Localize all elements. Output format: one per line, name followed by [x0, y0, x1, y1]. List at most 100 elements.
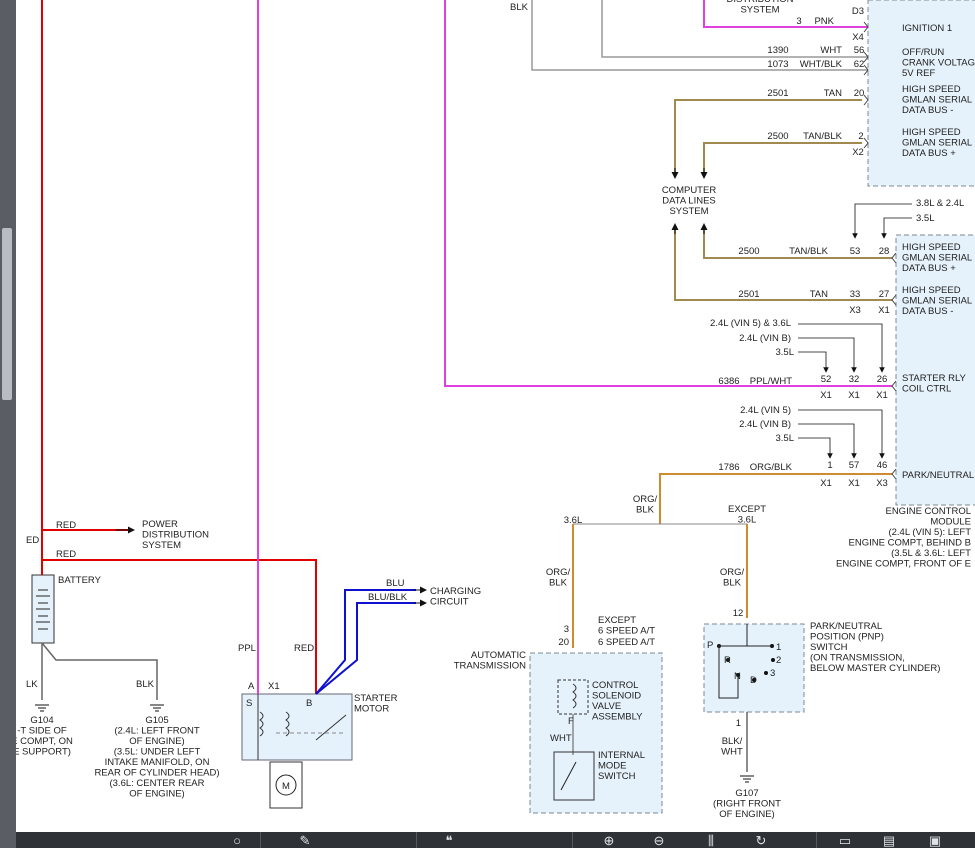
label-x1-e: X1: [820, 478, 832, 489]
quote-icon[interactable]: ❝: [442, 834, 456, 848]
ground-g105-symbol: [150, 704, 164, 712]
label-c1073: 1073: [767, 59, 788, 70]
zoom-out-icon[interactable]: ⊖: [652, 834, 666, 848]
print-icon[interactable]: ▤: [882, 834, 896, 848]
label-g107: G107 (RIGHT FRONT OF ENGINE): [713, 788, 781, 820]
label-opt-24vinb-b: 2.4L (VIN B): [739, 419, 791, 430]
label-tan-b: TAN: [810, 289, 828, 300]
label-p2: 2: [858, 131, 863, 142]
label-b: B: [306, 698, 312, 709]
opt-line-1: [798, 437, 833, 459]
label-red-b: RED: [56, 549, 76, 560]
label-x1-f: X1: [848, 478, 860, 489]
label-p27: 27: [879, 289, 890, 300]
label-x3-b: X3: [876, 478, 888, 489]
zoom-in-icon[interactable]: ⊕: [602, 834, 616, 848]
label-sw-p: P: [707, 640, 713, 651]
label-p28: 28: [879, 246, 890, 257]
scrollbar-thumb[interactable]: [2, 228, 12, 400]
label-g104: G104 -T SIDE OF E COMPT, ON E SUPPORT): [16, 715, 73, 758]
label-starter-motor: STARTER MOTOR: [354, 693, 398, 715]
label-sw-d: D: [750, 675, 757, 686]
label-pnk-circuit: 3: [796, 16, 801, 27]
save-icon[interactable]: ▣: [928, 834, 942, 848]
rotate-icon[interactable]: ↻: [754, 834, 768, 848]
toolbar-separator: [572, 832, 573, 848]
label-p20b: 20: [558, 637, 569, 648]
opt-line-52: [798, 351, 829, 373]
label-wht: WHT: [820, 45, 842, 56]
label-p62: 62: [854, 59, 865, 70]
wire-blu-blk: [315, 602, 416, 695]
label-tan-a: TAN: [824, 88, 842, 99]
label-blu-blk: BLU/BLK: [368, 592, 408, 603]
label-x1-d: X1: [876, 390, 888, 401]
label-c1786: 1786: [718, 462, 739, 473]
label-opt-35-c: 3.5L: [776, 433, 795, 444]
label-sw-1: 1: [776, 642, 781, 653]
label-x2: X2: [852, 147, 864, 158]
label-blk-a: LK: [26, 679, 38, 690]
ground-g104-symbol: [35, 704, 49, 712]
label-x1-b: X1: [820, 390, 832, 401]
pen-icon[interactable]: ✎: [298, 834, 312, 848]
label-org-blk-b: ORG/BLK: [633, 494, 658, 516]
zoom-icon[interactable]: ○: [230, 834, 244, 848]
toolbar-separator: [416, 832, 417, 848]
opt-line-53: [852, 203, 912, 239]
label-distribution-system: DISTRIBUTIONSYSTEM: [726, 0, 793, 16]
label-c1390: 1390: [767, 45, 788, 56]
wire-tan-2500a: [703, 142, 862, 175]
label-p1b: 1: [736, 718, 741, 729]
ecm-lower-box: [895, 234, 975, 506]
label-pnp: PARK/NEUTRAL POSITION (PNP) SWITCH (ON TRAN…: [810, 621, 940, 674]
wire-ground-g105: [41, 642, 158, 700]
label-p52: 52: [821, 374, 832, 385]
label-sw-3: 3: [770, 668, 775, 679]
label-ctrl-sol: CONTROL SOLENOID VALVE ASSEMBLY: [592, 680, 643, 723]
label-opt-24vin5-b: 2.4L (VIN 5): [740, 405, 791, 416]
label-c2501a: 2501: [767, 88, 788, 99]
label-blk-b: BLK: [136, 679, 155, 690]
label-opt-24vinb-a: 2.4L (VIN B): [739, 333, 791, 344]
grid-icon[interactable]: ⫼: [704, 834, 718, 848]
label-blu: BLU: [386, 578, 405, 589]
label-m: M: [282, 781, 290, 792]
left-rail: [0, 0, 16, 848]
label-top-blk: BLK: [510, 2, 529, 13]
toolbar-separator: [260, 832, 261, 848]
label-a: A: [248, 681, 255, 692]
label-x1-a: X1: [878, 305, 890, 316]
diagram-canvas: BLKDISTRIBUTIONSYSTEM3PNKD3X4IGNITION 11…: [16, 0, 975, 832]
label-p57: 57: [849, 460, 860, 471]
label-f: F: [568, 716, 574, 727]
label-computer-data-lines: COMPUTER DATA LINES SYSTEM: [662, 185, 717, 217]
ground-g107-symbol: [740, 775, 754, 783]
label-red-c: RED: [294, 643, 314, 654]
label-p12: 12: [733, 608, 744, 619]
label-charging: CHARGING CIRCUIT: [430, 586, 481, 608]
label-park-neutral: PARK/NEUTRAL: [902, 470, 974, 481]
toolbar-separator: [816, 832, 817, 848]
label-ppl-wht: PPL/WHT: [750, 376, 792, 387]
label-battery: BATTERY: [58, 575, 102, 586]
label-p46: 46: [877, 460, 888, 471]
wiring-diagram: BLKDISTRIBUTIONSYSTEM3PNKD3X4IGNITION 11…: [16, 0, 975, 820]
label-p32: 32: [849, 374, 860, 385]
label-x3-a: X3: [849, 305, 861, 316]
opt-line-46: [798, 409, 885, 459]
opt-line-57: [798, 423, 857, 459]
label-six-speed: 6 SPEED A/T: [598, 637, 655, 648]
label-c2500b: 2500: [738, 246, 759, 257]
label-ppl: PPL: [238, 643, 256, 654]
doc-icon[interactable]: ▭: [838, 834, 852, 848]
label-tanblk-a: TAN/BLK: [803, 131, 843, 142]
label-org-blk-a: ORG/BLK: [750, 462, 793, 473]
label-p20: 20: [854, 88, 865, 99]
opt-line-26: [798, 323, 885, 373]
label-wht-blk: WHT/BLK: [800, 59, 843, 70]
label-p3: 3: [564, 624, 569, 635]
bottom-toolbar: ○ ✎ ❝ ⊕ ⊖ ⫼ ↻ ▭ ▤ ▣: [16, 832, 975, 848]
label-ignition1: IGNITION 1: [902, 23, 952, 34]
label-p33: 33: [850, 289, 861, 300]
